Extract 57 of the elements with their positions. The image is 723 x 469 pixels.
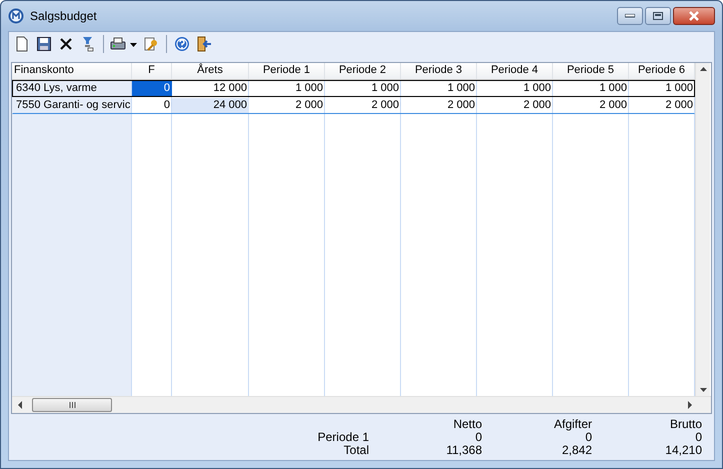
table-cell-text: 2 000: [370, 98, 400, 113]
grip-icon: [68, 402, 76, 408]
table-cell-text: 12 000: [212, 81, 248, 96]
horizontal-scrollbar[interactable]: [12, 396, 711, 413]
table-cell-text: 1 000: [370, 81, 400, 96]
scroll-down-icon[interactable]: [700, 388, 706, 392]
summary-value: 0: [474, 431, 482, 444]
column-header[interactable]: Periode 4: [477, 63, 553, 79]
table-row[interactable]: 6340 Lys, varme 0 12 000 1 000 1 000 1 000 1 000 1 000 1 000: [12, 80, 695, 97]
summary-value: 2,842: [560, 444, 592, 457]
help-icon[interactable]: [173, 35, 191, 53]
table-cell-text: 1 000: [522, 81, 552, 96]
table-cell-text: 2 000: [522, 98, 552, 113]
table-cell-text: 2 000: [664, 98, 694, 113]
summary-label: Total: [342, 444, 369, 457]
table-cell-text: 7550 Garanti- og servic: [15, 98, 132, 113]
minimize-icon: [625, 14, 635, 18]
column-header[interactable]: Periode 5: [553, 63, 629, 79]
table-cell-text: 2 000: [598, 98, 628, 113]
column-header[interactable]: Årets: [172, 63, 249, 79]
table-cell-text: 1 000: [664, 81, 694, 96]
table-cell-text: 1 000: [294, 81, 324, 96]
table-cell: 0: [132, 81, 172, 96]
column-header[interactable]: F: [132, 63, 172, 79]
summary-value: 0: [585, 431, 592, 444]
column-header[interactable]: Periode 3: [401, 63, 477, 79]
summary-value: 0: [694, 431, 702, 444]
column-header[interactable]: Periode 2: [325, 63, 401, 79]
app-logo-icon: [8, 8, 24, 24]
minimize-button[interactable]: [617, 7, 643, 25]
key-edit-icon[interactable]: [142, 35, 160, 53]
column-header[interactable]: Finanskonto: [12, 63, 132, 79]
summary-value: 11,368: [445, 444, 482, 457]
summary-header: Afgifter: [552, 418, 592, 431]
summary-header: Netto: [452, 418, 482, 431]
scroll-up-icon[interactable]: [700, 67, 706, 71]
close-icon: [688, 11, 700, 21]
table-cell: 24 000: [172, 98, 249, 113]
summary-header: Brutto: [668, 418, 702, 431]
summary-label: Periode 1: [316, 431, 369, 444]
save-icon[interactable]: [35, 35, 53, 53]
table-cell-text: 6340 Lys, varme: [15, 81, 98, 96]
column-header[interactable]: Periode 1: [249, 63, 325, 79]
scrollbar-thumb[interactable]: [32, 398, 112, 412]
table-cell-text: 1 000: [598, 81, 628, 96]
exit-door-icon[interactable]: [195, 35, 213, 53]
table-cell-text: 1 000: [446, 81, 476, 96]
restore-icon: [653, 12, 663, 20]
vertical-scrollbar[interactable]: [695, 63, 710, 396]
table-cell-text: 2 000: [446, 98, 476, 113]
table-cell-text: 2 000: [294, 98, 324, 113]
table-cell-text: 0: [162, 98, 171, 113]
maximize-button[interactable]: [645, 7, 671, 25]
window-title: Salgsbudget: [30, 9, 98, 23]
table-row[interactable]: 7550 Garanti- og servic 0 24 000 2 000 2 000 2 000 2 000 2 000 2 000: [12, 97, 695, 114]
close-button[interactable]: [673, 7, 715, 25]
summary-value: 14,210: [664, 444, 702, 457]
